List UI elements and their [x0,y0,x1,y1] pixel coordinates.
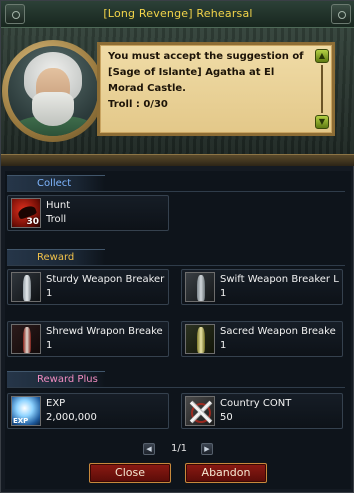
exp-icon: EXP [11,396,41,426]
section-divider [7,265,345,266]
section-divider [7,191,345,192]
reward-item-swift-weapon-breaker[interactable]: Swift Weapon Breaker L 1 [181,269,343,305]
scrollbar-track[interactable] [321,65,323,113]
window-ornament-icon [331,4,351,24]
quest-window: [Long Revenge] Rehearsal You must accept… [0,0,354,493]
shrewd-weapon-breaker-icon [11,324,41,354]
quest-content: Collect 30 Hunt Troll Reward Sturdy Weap… [5,171,351,489]
npc-portrait-frame [2,40,104,142]
window-title: [Long Revenge] Rehearsal [103,7,253,20]
item-name: Country CONT [220,398,292,409]
scroll-up-button[interactable]: ▲ [315,49,329,63]
reward-plus-country-cont[interactable]: Country CONT 50 [181,393,343,429]
sacred-weapon-breaker-icon [185,324,215,354]
swift-weapon-breaker-icon [185,272,215,302]
abandon-button[interactable]: Abandon [185,463,267,483]
hunt-icon: 30 [11,198,41,228]
exp-icon-label: EXP [13,417,29,425]
country-contribution-icon [185,396,215,426]
quest-header: You must accept the suggestion of [Sage … [1,28,354,166]
reward-plus-header: Reward Plus [7,371,105,387]
item-quantity: 1 [46,288,53,299]
item-value: 50 [220,412,233,423]
reward-item-sacred-weapon-breaker[interactable]: Sacred Weapon Breake 1 [181,321,343,357]
reward-item-shrewd-weapon-breaker[interactable]: Shrewd Wrapon Breake 1 [7,321,169,357]
item-name: Shrewd Wrapon Breake [46,326,163,337]
npc-portrait [8,46,98,136]
prev-page-button[interactable]: ◀ [143,443,155,455]
quest-description: You must accept the suggestion of [Sage … [108,51,304,94]
page-indicator: 1/1 [170,443,188,454]
reward-header: Reward [7,249,105,265]
item-name: Sacred Weapon Breake [220,326,336,337]
quest-progress: Troll : 0/30 [108,99,168,110]
reward-plus-exp[interactable]: EXP EXP 2,000,000 [7,393,169,429]
sturdy-weapon-breaker-icon [11,272,41,302]
item-target: Troll [46,214,67,225]
reward-item-sturdy-weapon-breaker[interactable]: Sturdy Weapon Breaker 1 [7,269,169,305]
item-count: 30 [26,217,39,227]
item-name: Sturdy Weapon Breaker [46,274,165,285]
close-button[interactable]: Close [89,463,171,483]
next-page-button[interactable]: ▶ [201,443,213,455]
item-quantity: 1 [220,288,227,299]
item-name: EXP [46,398,66,409]
item-name: Swift Weapon Breaker L [220,274,339,285]
item-quantity: 1 [220,340,227,351]
scroll-down-button[interactable]: ▼ [315,115,329,129]
item-name: Hunt [46,200,71,211]
item-value: 2,000,000 [46,412,97,423]
item-quantity: 1 [46,340,53,351]
title-bar[interactable]: [Long Revenge] Rehearsal [1,1,354,28]
header-divider [1,154,354,166]
collect-header: Collect [7,175,105,191]
section-divider [7,387,345,388]
quest-description-box: You must accept the suggestion of [Sage … [97,42,335,136]
pager: ◀ 1/1 ▶ [5,443,351,457]
collect-item-hunt[interactable]: 30 Hunt Troll [7,195,169,231]
